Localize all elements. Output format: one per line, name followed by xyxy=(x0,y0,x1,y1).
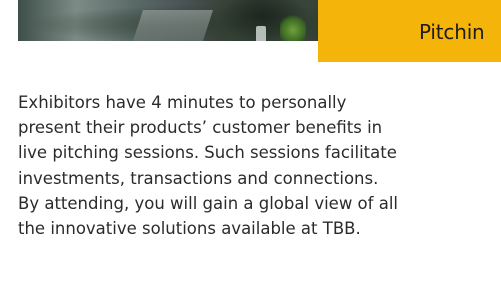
photo-detail-plant xyxy=(280,14,306,41)
description-line: the innovative solutions available at TB… xyxy=(18,219,361,239)
photo-detail-sleeve xyxy=(132,10,214,41)
description-paragraph: Exhibitors have 4 minutes to personally … xyxy=(18,90,488,241)
description-line: investments, transactions and connection… xyxy=(18,168,379,188)
section-title-tab: Pitchin xyxy=(318,0,501,62)
description-line: present their products’ customer benefit… xyxy=(18,118,383,138)
description-line: Exhibitors have 4 minutes to personally xyxy=(18,93,347,112)
section-title: Pitchin xyxy=(419,20,485,44)
description-line: live pitching sessions. Such sessions fa… xyxy=(18,143,397,163)
photo-detail-bottle xyxy=(256,26,266,41)
description-line: By attending, you will gain a global vie… xyxy=(18,193,398,213)
